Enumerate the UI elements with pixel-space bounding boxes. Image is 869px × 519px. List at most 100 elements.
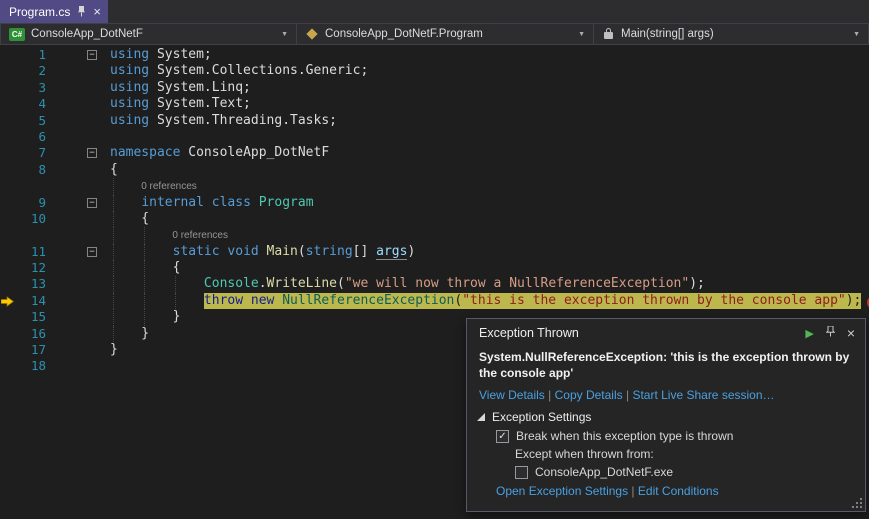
outlining-margin <box>84 358 102 374</box>
expander-expanded-icon <box>477 413 485 421</box>
popup-link[interactable]: Start Live Share session… <box>632 388 774 402</box>
outlining-margin <box>84 293 102 309</box>
module-option-row: ConsoleApp_DotNetF.exe <box>467 463 865 481</box>
popup-link[interactable]: Copy Details <box>555 388 623 402</box>
gutter-spacer <box>46 293 84 309</box>
code-token: { <box>110 260 180 275</box>
code-token: using <box>110 96 149 111</box>
code-content: internal class Program <box>102 195 869 211</box>
project-dropdown[interactable]: C# ConsoleApp_DotNetF ▼ <box>0 23 297 45</box>
outlining-margin <box>84 227 102 243</box>
continue-execution-icon[interactable]: ▶ <box>805 327 813 340</box>
code-token: { <box>110 162 118 177</box>
fold-collapse-icon[interactable]: − <box>87 198 97 208</box>
code-line: 3using System.Linq; <box>0 80 869 96</box>
gutter-spacer <box>46 195 84 211</box>
resize-grip[interactable] <box>851 497 863 509</box>
chevron-down-icon: ▼ <box>578 31 585 38</box>
code-token: namespace <box>110 145 180 160</box>
line-number: 7 <box>16 145 46 161</box>
code-token: System.Threading.Tasks; <box>149 113 337 128</box>
indent-guide <box>113 260 114 276</box>
breakpoint-margin <box>0 195 16 211</box>
code-content: namespace ConsoleApp_DotNetF <box>102 145 869 161</box>
code-token: void <box>220 244 259 259</box>
code-line: 7 −namespace ConsoleApp_DotNetF <box>0 145 869 161</box>
fold-collapse-icon[interactable]: − <box>87 247 97 257</box>
line-number: 12 <box>16 260 46 276</box>
exception-settings-header[interactable]: Exception Settings <box>467 404 865 427</box>
breakpoint-margin <box>0 211 16 227</box>
close-icon[interactable]: × <box>847 326 855 340</box>
code-token: Main <box>259 244 298 259</box>
tab-close-icon[interactable]: × <box>93 5 101 18</box>
gutter-spacer <box>46 342 84 358</box>
pin-popup-icon[interactable] <box>826 326 835 340</box>
breakpoint-margin <box>0 358 16 374</box>
current-statement-arrow[interactable] <box>0 293 16 309</box>
outlining-margin <box>84 260 102 276</box>
outlining-margin <box>84 342 102 358</box>
gutter-spacer <box>46 96 84 112</box>
code-content: Console.WriteLine("we will now throw a N… <box>102 276 869 292</box>
line-number: 8 <box>16 162 46 178</box>
pin-tab-icon[interactable] <box>77 6 86 17</box>
module-checkbox-unchecked[interactable] <box>515 466 528 479</box>
break-checkbox-checked[interactable]: ✓ <box>496 430 509 443</box>
gutter-spacer <box>46 63 84 79</box>
popup-link[interactable]: View Details <box>479 388 545 402</box>
line-number: 15 <box>16 309 46 325</box>
gutter-spacer <box>46 129 84 145</box>
code-token: WriteLine <box>267 276 337 291</box>
code-line: 8{ <box>0 162 869 178</box>
indent-guide <box>113 178 114 194</box>
indent-guide <box>144 293 145 309</box>
code-token: NullReferenceException <box>274 293 454 308</box>
code-token: ); <box>689 276 705 291</box>
code-token: static <box>173 244 220 259</box>
line-number: 18 <box>16 358 46 374</box>
type-dropdown-value: ConsoleApp_DotNetF.Program <box>325 28 483 40</box>
indent-guide <box>175 276 176 292</box>
outlining-margin: − <box>84 244 102 260</box>
code-token: using <box>110 63 149 78</box>
line-number: 6 <box>16 129 46 145</box>
code-token: ( <box>337 276 345 291</box>
document-tabbar: Program.cs × <box>0 0 869 23</box>
codelens-row: 0 references <box>0 178 869 194</box>
link-separator: | <box>628 484 638 498</box>
code-token: throw <box>204 293 243 308</box>
code-content: using System.Text; <box>102 96 869 112</box>
line-number: 1 <box>16 47 46 63</box>
indent-guide <box>113 293 114 309</box>
code-token: using <box>110 113 149 128</box>
csharp-project-icon: C# <box>9 28 25 41</box>
codelens-references[interactable]: 0 references <box>110 179 197 195</box>
tab-program-cs[interactable]: Program.cs × <box>0 0 108 23</box>
indent-guide <box>144 309 145 325</box>
line-number: 2 <box>16 63 46 79</box>
code-content: { <box>102 260 869 276</box>
outlining-margin <box>84 129 102 145</box>
code-token: Console <box>204 276 259 291</box>
line-number: 10 <box>16 211 46 227</box>
code-content: static void Main(string[] args) <box>102 244 869 260</box>
line-number <box>16 178 46 194</box>
leading-whitespace <box>110 293 204 308</box>
popup-link[interactable]: Open Exception Settings <box>496 484 628 498</box>
code-token: } <box>110 309 180 324</box>
outlining-margin <box>84 276 102 292</box>
link-separator: | <box>545 388 555 402</box>
exception-line-highlight: throw new NullReferenceException("this i… <box>204 293 861 309</box>
type-dropdown[interactable]: ConsoleApp_DotNetF.Program ▼ <box>297 23 594 45</box>
popup-link[interactable]: Edit Conditions <box>638 484 719 498</box>
fold-collapse-icon[interactable]: − <box>87 148 97 158</box>
popup-action-links: View Details | Copy Details | Start Live… <box>467 386 865 404</box>
member-dropdown[interactable]: Main(string[] args) ▼ <box>594 23 869 45</box>
indent-guide <box>144 276 145 292</box>
fold-collapse-icon[interactable]: − <box>87 50 97 60</box>
line-number: 4 <box>16 96 46 112</box>
codelens-references[interactable]: 0 references <box>110 228 228 244</box>
outlining-margin <box>84 326 102 342</box>
breakpoint-margin <box>0 63 16 79</box>
